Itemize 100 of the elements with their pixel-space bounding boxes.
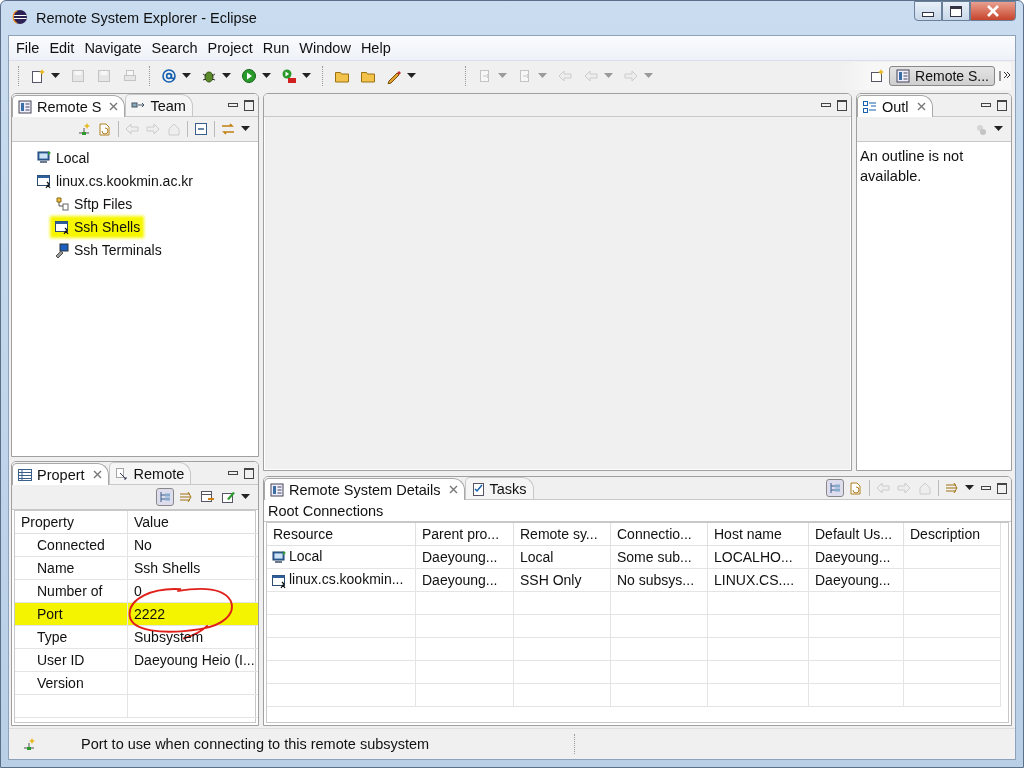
close-icon[interactable] — [986, 5, 1000, 17]
bug-icon[interactable] — [201, 68, 217, 84]
caret-icon[interactable] — [407, 73, 416, 79]
view-tab[interactable]: Remote System Details — [264, 478, 465, 500]
table-cell: No subsys... — [610, 568, 708, 592]
table-cell: Connected — [15, 533, 128, 557]
table-cell: No — [127, 533, 258, 557]
perspective-button[interactable]: Remote S... — [889, 66, 995, 86]
table-cell: Daeyoung... — [415, 568, 514, 592]
server-window-icon — [895, 68, 912, 84]
table-cell: 0 — [127, 579, 258, 603]
menu-item[interactable]: Navigate — [79, 38, 147, 58]
pencil-icon[interactable] — [386, 68, 402, 84]
view-tab[interactable]: Tasks — [464, 477, 534, 499]
close-button[interactable] — [970, 1, 1016, 21]
window-plus-icon[interactable] — [869, 68, 886, 84]
at-sign-icon[interactable] — [161, 68, 177, 84]
link-arrows-icon[interactable] — [220, 121, 236, 137]
tree-item[interactable]: Ssh Shells — [52, 217, 143, 236]
view-tab[interactable]: Team — [125, 94, 193, 116]
tree-item[interactable]: Local — [34, 148, 92, 167]
column-header[interactable]: Host name — [707, 523, 809, 546]
table-cell: Ssh Shells — [127, 556, 258, 580]
play-icon[interactable] — [241, 68, 257, 84]
table-cell: SSH Only — [513, 568, 611, 592]
status-message: Port to use when connecting to this remote subsystem — [81, 736, 430, 752]
table-cell: Local — [267, 545, 416, 569]
minimize-button[interactable] — [914, 1, 942, 21]
table-cell: LINUX.CS.... — [707, 568, 809, 592]
menu-item[interactable]: Edit — [44, 38, 80, 58]
caret-icon[interactable] — [262, 73, 271, 79]
menu-item[interactable]: Window — [294, 38, 356, 58]
table-cell: LOCALHO... — [707, 545, 809, 569]
column-header[interactable]: Description — [903, 523, 1001, 546]
table-cell: User ID — [15, 648, 128, 672]
table-cell: Name — [15, 556, 128, 580]
new-file-icon[interactable] — [30, 68, 46, 84]
maximize-view-button[interactable] — [243, 467, 255, 479]
caret-icon[interactable] — [994, 126, 1003, 132]
table-cell: Number of — [15, 579, 128, 603]
connection-add-icon — [21, 736, 37, 752]
arrows-icon[interactable] — [178, 489, 194, 505]
menu-item[interactable]: File — [11, 38, 45, 58]
table-cell: Local — [513, 545, 611, 569]
collapse-icon[interactable] — [193, 121, 209, 137]
view-tab[interactable]: Remote — [108, 462, 192, 484]
table-icon[interactable] — [17, 466, 33, 483]
table-cell: Port — [15, 602, 128, 626]
window-title: Remote System Explorer - Eclipse — [36, 10, 257, 26]
menu-item[interactable]: Help — [355, 38, 396, 58]
maximize-view-button[interactable] — [996, 482, 1008, 494]
server-window-icon[interactable] — [269, 481, 285, 498]
column-header[interactable]: Connectio... — [610, 523, 708, 546]
maximize-view-button[interactable] — [836, 99, 848, 111]
menu-item[interactable]: Search — [146, 38, 203, 58]
close-tab-icon[interactable] — [916, 102, 926, 111]
connection-add-icon[interactable] — [76, 121, 92, 137]
maximize-view-button[interactable] — [243, 99, 255, 111]
caret-icon[interactable] — [241, 494, 250, 500]
column-header[interactable]: Value — [127, 511, 258, 534]
arrows-icon[interactable] — [944, 480, 960, 496]
table-cell: Daeyoung Heio (I... — [127, 648, 258, 672]
column-header[interactable]: Default Us... — [808, 523, 904, 546]
tree-item[interactable]: Sftp Files — [52, 194, 135, 213]
close-tab-icon[interactable] — [448, 485, 458, 494]
server-window-icon[interactable] — [17, 98, 33, 115]
table-cell: Daeyoung... — [415, 545, 514, 569]
outline-icon[interactable] — [862, 98, 878, 115]
window-icon — [54, 218, 70, 235]
caret-icon[interactable] — [51, 73, 60, 79]
tree-item[interactable]: Ssh Terminals — [52, 240, 164, 259]
column-header[interactable]: Parent pro... — [415, 523, 514, 546]
view-tab[interactable]: Remote S — [12, 95, 126, 117]
folders-icon — [54, 195, 70, 212]
table-cell: Version — [15, 671, 128, 695]
tree-item[interactable]: linux.cs.kookmin.ac.kr — [34, 171, 195, 190]
maximize-view-button[interactable] — [996, 99, 1008, 111]
maximize-button[interactable] — [942, 1, 970, 21]
caret-icon[interactable] — [965, 485, 974, 491]
column-header[interactable]: Resource — [267, 523, 416, 546]
table-cell: Daeyoung... — [808, 545, 904, 569]
dotted-arrow-icon[interactable] — [113, 465, 130, 482]
menu-item[interactable]: Project — [202, 38, 258, 58]
view-tab[interactable]: Propert — [12, 463, 109, 485]
table-cell: linux.cs.kookmin... — [267, 568, 416, 592]
caret-icon[interactable] — [241, 126, 250, 132]
caret-icon[interactable] — [222, 73, 231, 79]
column-header[interactable]: Property — [15, 511, 128, 534]
caret-icon[interactable] — [302, 73, 311, 79]
close-tab-icon[interactable] — [92, 470, 102, 479]
more-perspectives-icon[interactable] — [999, 68, 1011, 84]
refresh-icon[interactable] — [848, 480, 864, 496]
close-tab-icon[interactable] — [109, 102, 119, 111]
play-toolbox-icon[interactable] — [281, 68, 297, 84]
view-tab[interactable]: Outl — [857, 95, 933, 117]
refresh-icon[interactable] — [97, 121, 113, 137]
menu-item[interactable]: Run — [257, 38, 295, 58]
caret-icon[interactable] — [182, 73, 191, 79]
column-header[interactable]: Remote sy... — [513, 523, 611, 546]
pencil-table-icon[interactable] — [220, 489, 236, 505]
